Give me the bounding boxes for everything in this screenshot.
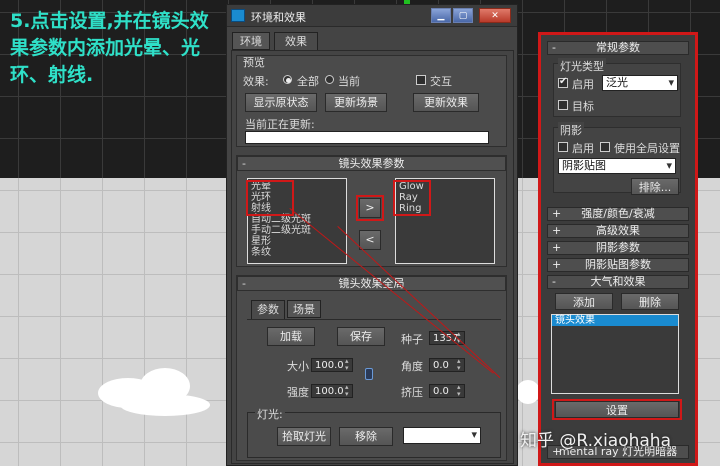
angle-spinner[interactable]: 0.0 (429, 358, 465, 372)
subtab-scene[interactable]: 场景 (287, 300, 321, 318)
lights-label: 灯光: (255, 406, 285, 422)
seed-label: 种子 (401, 333, 423, 346)
size-label: 大小 (287, 360, 309, 373)
shadow-enable-label: 启用 (572, 142, 594, 155)
delete-atmos-button[interactable]: 删除 (621, 293, 679, 310)
atmos-effects-list[interactable]: 镜头效果 (551, 314, 679, 394)
list-item[interactable]: 条纹 (251, 247, 343, 258)
target-checkbox[interactable] (558, 100, 568, 110)
intensity-label: 强度 (287, 386, 309, 399)
general-params-title: 常规参数 (596, 41, 640, 54)
highlight-box (246, 180, 294, 216)
use-global-label: 使用全局设置 (614, 142, 680, 155)
effects-tab-body: 预览 效果: 全部 当前 交互 显示原状态 更新场景 更新效果 当前正在更新: … (231, 50, 514, 464)
preview-header: 预览 (243, 56, 265, 69)
lens-global-rollout: - 镜头效果全局 参数 场景 加载 保存 种子 1357 大小 100.0 角度… (236, 275, 507, 461)
atmos-effects-title: 大气和效果 (590, 275, 646, 288)
intensity-spinner[interactable]: 100.0 (311, 384, 353, 398)
subtab-divider (247, 319, 501, 320)
seed-spinner[interactable]: 1357 (429, 331, 465, 345)
exclude-button[interactable]: 排除... (631, 178, 679, 195)
light-type-dropdown[interactable]: 泛光 (602, 75, 678, 91)
expand-icon: + (552, 224, 562, 237)
effects-label: 效果: (243, 75, 269, 88)
subtab-params[interactable]: 参数 (251, 300, 285, 319)
rollout-title: 阴影参数 (596, 241, 640, 254)
preview-rollout: 预览 效果: 全部 当前 交互 显示原状态 更新场景 更新效果 当前正在更新: (236, 55, 507, 147)
close-button[interactable]: ✕ (479, 8, 511, 23)
lights-dropdown[interactable] (403, 427, 481, 444)
highlight-box (393, 180, 431, 216)
light-enable-label: 启用 (572, 78, 594, 91)
light-properties-panel: - 常规参数 灯光类型 启用 泛光 目标 阴影 启用 使用全局设置 阴影贴图 排… (538, 32, 698, 466)
lens-params-rollout: - 镜头效果参数 光晕 光环 射线 自动二级光斑 手动二级光斑 星形 条纹 > … (236, 155, 507, 267)
maximize-button[interactable]: ▢ (453, 8, 473, 23)
use-global-checkbox[interactable] (600, 142, 610, 152)
tutorial-caption: 5.点击设置,并在镜头效果参数内添加光晕、光环、射线. (10, 10, 209, 86)
collapse-icon: - (552, 275, 556, 288)
lens-params-title: 镜头效果参数 (338, 157, 405, 170)
atmos-effects-header[interactable]: - 大气和效果 (547, 275, 689, 289)
rollout-title: 阴影贴图参数 (585, 258, 651, 271)
target-label: 目标 (572, 100, 594, 113)
highlight-box (356, 195, 384, 221)
highlight-box (552, 399, 682, 420)
environment-effects-dialog: 环境和效果 ▁ ▢ ✕ 环境 效果 预览 效果: 全部 当前 交互 显示原状态 … (226, 4, 518, 466)
lens-params-header[interactable]: - 镜头效果参数 (237, 156, 506, 171)
light-type-label: 灯光类型 (558, 58, 606, 74)
light-type-group: 灯光类型 启用 泛光 目标 (553, 58, 681, 117)
lock-icon[interactable] (365, 368, 373, 380)
rollout-advanced[interactable]: + 高级效果 (547, 224, 689, 238)
squeeze-spinner[interactable]: 0.0 (429, 384, 465, 398)
radio-current-label: 当前 (338, 75, 360, 88)
rollout-shadowmap-params[interactable]: + 阴影贴图参数 (547, 258, 689, 272)
size-spinner[interactable]: 100.0 (311, 358, 353, 372)
expand-icon: + (552, 241, 562, 254)
dialog-title: 环境和效果 (251, 11, 306, 24)
collapse-icon: - (242, 157, 246, 170)
pick-light-button[interactable]: 拾取灯光 (277, 427, 331, 446)
radio-all-label: 全部 (297, 75, 319, 88)
currently-updating-field (245, 131, 489, 144)
cloud-shape (120, 394, 210, 416)
load-button[interactable]: 加载 (267, 327, 315, 346)
dialog-titlebar[interactable]: 环境和效果 ▁ ▢ ✕ (227, 5, 517, 27)
squeeze-label: 挤压 (401, 386, 423, 399)
remove-light-button[interactable]: 移除 (339, 427, 393, 446)
add-atmos-button[interactable]: 添加 (555, 293, 613, 310)
remove-effect-button[interactable]: < (359, 230, 381, 250)
expand-icon: + (552, 258, 562, 271)
collapse-icon: - (552, 41, 556, 54)
rollout-title: 高级效果 (596, 224, 640, 237)
expand-icon: + (552, 207, 562, 220)
currently-updating-label: 当前正在更新: (245, 118, 315, 131)
interactive-label: 交互 (430, 75, 452, 88)
rollout-shadow-params[interactable]: + 阴影参数 (547, 241, 689, 255)
watermark: 知乎 @R.xiaohaha (520, 431, 671, 451)
rollout-title: 强度/颜色/衰减 (581, 207, 655, 220)
angle-label: 角度 (401, 360, 423, 373)
update-effect-button[interactable]: 更新效果 (413, 93, 479, 112)
app-icon (231, 9, 245, 22)
collapse-icon: - (242, 277, 246, 290)
shadow-type-dropdown[interactable]: 阴影贴图 (558, 158, 676, 174)
tab-environment[interactable]: 环境 (232, 32, 270, 50)
list-item-selected[interactable]: 镜头效果 (552, 315, 678, 326)
cloud-shape (516, 380, 540, 404)
radio-all[interactable] (283, 75, 292, 84)
shadow-enable-checkbox[interactable] (558, 142, 568, 152)
update-scene-button[interactable]: 更新场景 (325, 93, 387, 112)
rollout-intensity[interactable]: + 强度/颜色/衰减 (547, 207, 689, 221)
minimize-button[interactable]: ▁ (431, 8, 451, 23)
list-item[interactable]: 手动二级光斑 (251, 225, 343, 236)
tab-effects[interactable]: 效果 (274, 32, 318, 51)
general-params-header[interactable]: - 常规参数 (547, 41, 689, 55)
radio-current[interactable] (325, 75, 334, 84)
lens-global-header[interactable]: - 镜头效果全局 (237, 276, 506, 291)
save-button[interactable]: 保存 (337, 327, 385, 346)
show-original-button[interactable]: 显示原状态 (245, 93, 317, 112)
interactive-checkbox[interactable] (416, 75, 426, 85)
shadow-label: 阴影 (558, 122, 584, 138)
light-enable-checkbox[interactable] (558, 76, 568, 88)
